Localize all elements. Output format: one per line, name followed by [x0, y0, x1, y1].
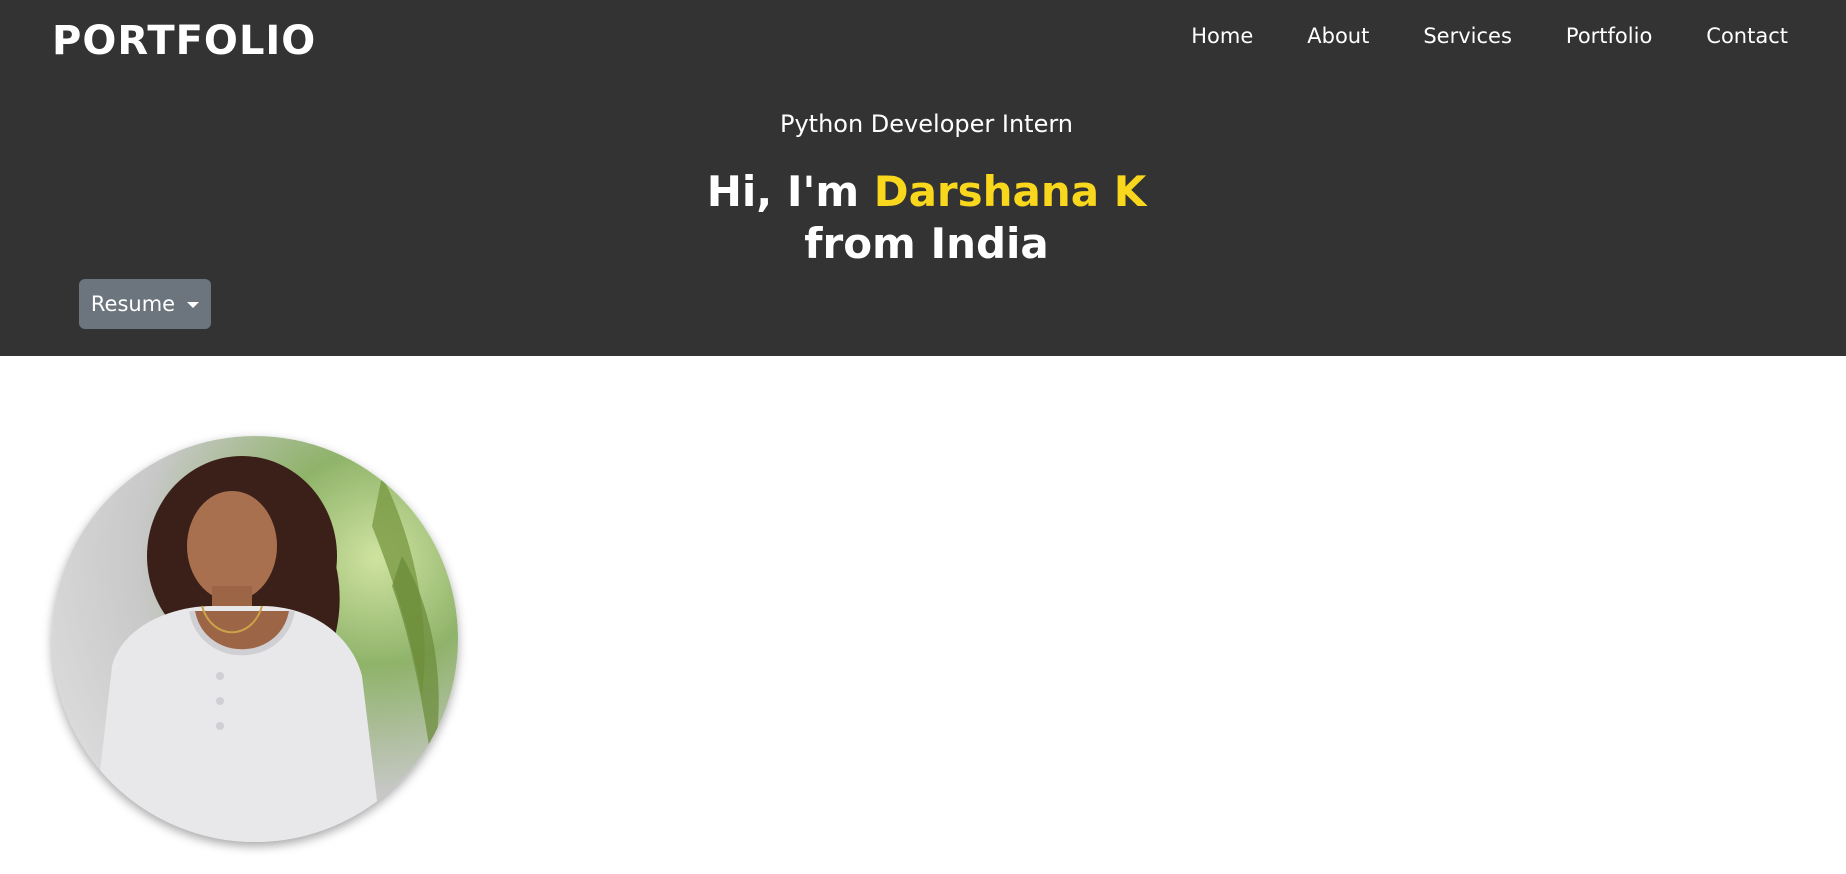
hero-name: Darshana K	[873, 167, 1147, 216]
hero-section: PORTFOLIO Home About Services Portfolio …	[0, 0, 1846, 356]
profile-photo	[52, 436, 458, 842]
greeting-text: Hi, I'm	[706, 167, 874, 216]
hero-headline: Hi, I'm Darshana K from India	[0, 166, 1846, 270]
resume-dropdown-button[interactable]: Resume	[79, 279, 211, 329]
caret-down-icon	[187, 302, 200, 308]
hero-subtitle: Python Developer Intern	[779, 110, 1073, 138]
nav-home[interactable]: Home	[1191, 20, 1253, 52]
main-nav: Home About Services Portfolio Contact	[1191, 20, 1788, 52]
nav-services[interactable]: Services	[1423, 20, 1512, 52]
nav-portfolio[interactable]: Portfolio	[1566, 20, 1652, 52]
brand-logo[interactable]: PORTFOLIO	[52, 16, 316, 66]
headline-line-1: Hi, I'm Darshana K	[0, 166, 1846, 218]
headline-line-2: from India	[804, 219, 1049, 268]
nav-contact[interactable]: Contact	[1706, 20, 1788, 52]
nav-about[interactable]: About	[1307, 20, 1369, 52]
resume-button-label: Resume	[90, 292, 176, 316]
person-photo-placeholder	[92, 456, 439, 842]
